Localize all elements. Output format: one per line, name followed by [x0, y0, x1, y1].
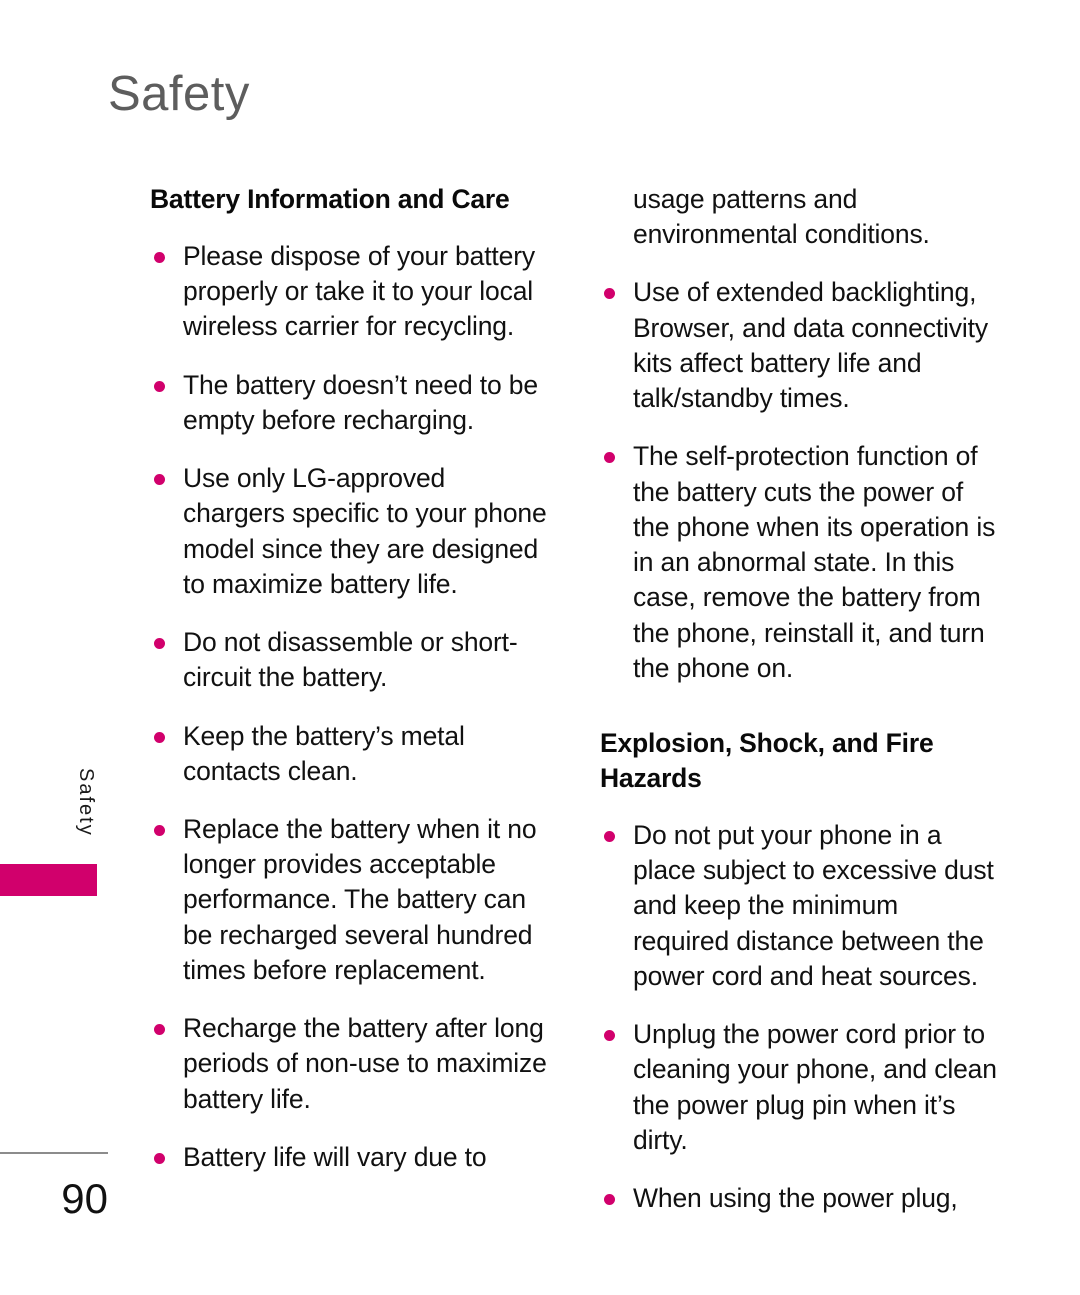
list-item: Use of extended backlighting, Browser, a… [600, 275, 1000, 416]
list-item-text: Use only LG-approved chargers specific t… [183, 463, 547, 599]
bullet-dot-icon [154, 1024, 165, 1036]
bullet-dot-icon [604, 452, 615, 464]
left-column: Battery Information and Care Please disp… [150, 182, 550, 1175]
heading-battery-information-and-care: Battery Information and Care [150, 184, 510, 214]
list-item-text: Do not put your phone in a place subject… [633, 819, 994, 991]
list-item: The battery doesn’t need to be empty bef… [150, 368, 550, 438]
bullet-dot-icon [154, 474, 165, 486]
list-item: Unplug the power cord prior to cleaning … [600, 1017, 1000, 1158]
bullet-dot-icon [604, 288, 615, 300]
list-item: Replace the battery when it no longer pr… [150, 812, 550, 988]
list-item: Do not disassemble or short-circuit the … [150, 625, 550, 695]
list-item-text: The self-protection function of the batt… [633, 441, 996, 683]
bullet-dot-icon [604, 1030, 615, 1042]
bullet-dot-icon [604, 830, 615, 842]
list-item: The self-protection function of the batt… [600, 439, 1000, 686]
bullet-dot-icon [154, 1152, 165, 1164]
heading-explosion-shock-and-fire-hazards: Explosion, Shock, and Fire Hazards [600, 728, 934, 794]
list-item: Please dispose of your battery properly … [150, 239, 550, 345]
bullet-dot-icon [154, 380, 165, 392]
list-item-text: Use of extended backlighting, Browser, a… [633, 277, 988, 414]
list-item: Use only LG-approved chargers specific t… [150, 461, 550, 602]
side-tab-label: Safety [75, 768, 97, 837]
list-item-text: Unplug the power cord prior to cleaning … [633, 1019, 997, 1155]
right-column-bullet-list-bottom: Do not put your phone in a place subject… [600, 818, 1000, 1216]
list-item-text: When using the power plug, [633, 1183, 958, 1214]
list-item-text: Recharge the battery after long periods … [183, 1013, 547, 1114]
page-number: 90 [61, 1175, 108, 1222]
right-column: usage patterns and environmental conditi… [600, 182, 1000, 1216]
list-item: Do not put your phone in a place subject… [600, 818, 1000, 994]
list-item-text: Battery life will vary due to [183, 1141, 487, 1172]
right-column-bullet-list-top: Use of extended backlighting, Browser, a… [600, 275, 1000, 686]
bullet-dot-icon [154, 638, 165, 650]
side-tab-marker [0, 864, 97, 896]
bullet-dot-icon [154, 731, 165, 743]
bullet-dot-icon [604, 1194, 615, 1206]
left-column-bullet-list: Please dispose of your battery properly … [150, 239, 550, 1175]
bullet-dot-icon [154, 251, 165, 263]
continuation-text: usage patterns and environmental conditi… [633, 184, 930, 250]
bullet-dot-icon [154, 825, 165, 837]
list-item-text: Keep the battery’s metal contacts clean. [183, 720, 465, 786]
list-item: Recharge the battery after long periods … [150, 1011, 550, 1117]
list-item-text: Replace the battery when it no longer pr… [183, 814, 537, 985]
list-item: Keep the battery’s metal contacts clean. [150, 719, 550, 789]
page-title: Safety [108, 67, 250, 121]
list-item: Battery life will vary due to [150, 1140, 550, 1175]
list-item-text: Please dispose of your battery properly … [183, 240, 535, 342]
list-item-text: Do not disassemble or short-circuit the … [183, 627, 518, 693]
folio-divider [0, 1152, 108, 1154]
list-item-text: The battery doesn’t need to be empty bef… [183, 369, 538, 435]
list-item: When using the power plug, [600, 1181, 1000, 1216]
